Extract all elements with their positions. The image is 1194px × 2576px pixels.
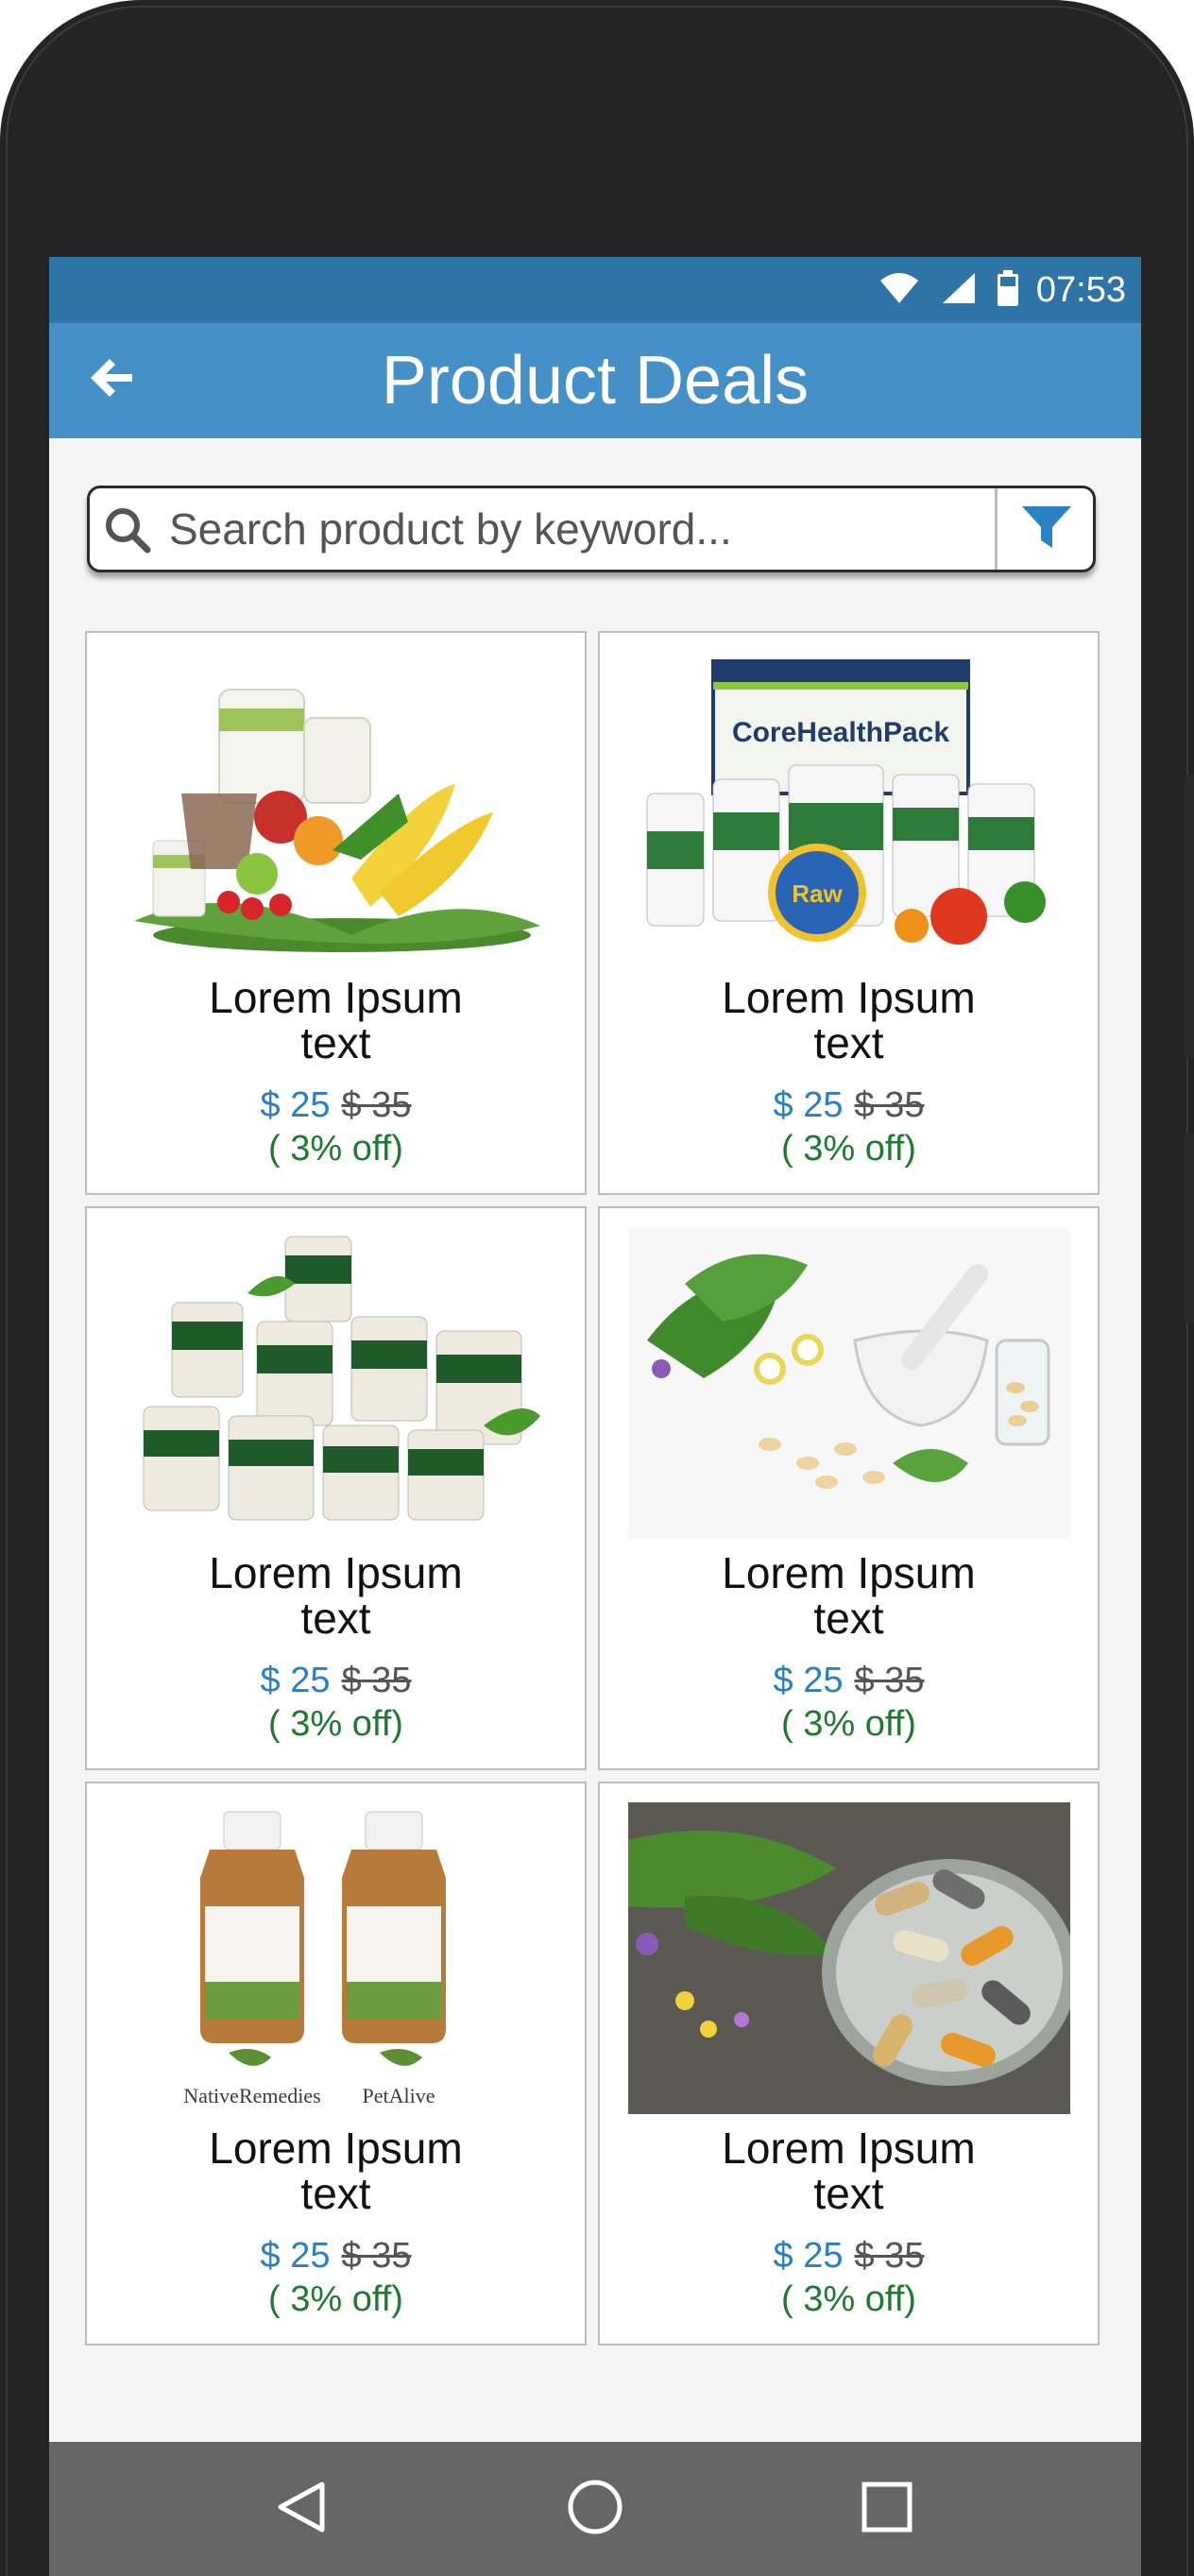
current-price: $ 25 [260,2236,331,2276]
product-image [143,1236,540,1521]
recents-square-icon [861,2481,913,2538]
app-bar: Product Deals [49,323,1141,438]
product-card[interactable]: NativeRemedies PetAlive Lorem Ipsum text… [85,1782,587,2346]
product-price: $ 25 $ 35 [87,2235,585,2277]
original-price: $ 35 [341,1661,412,1700]
current-price: $ 25 [773,2236,844,2276]
product-card[interactable]: Lorem Ipsum text $ 25 $ 35 ( 3% off) [598,1782,1100,2346]
search-divider [995,488,998,570]
product-image [134,689,540,952]
app-screen: 07:53 Product Deals Search product by ke… [49,257,1141,2576]
page-title: Product Deals [381,343,810,418]
status-bar: 07:53 [49,257,1141,323]
discount-label: ( 3% off) [268,1129,403,1169]
filter-button[interactable] [1000,488,1093,570]
product-card[interactable]: Lorem Ipsum text $ 25 $ 35 ( 3% off) [598,1206,1100,1770]
discount-label: ( 3% off) [781,1704,916,1744]
nativeremedies-logo: NativeRemedies [183,2084,320,2107]
product-name: Lorem Ipsum text [209,2124,463,2218]
original-price: $ 35 [341,1085,412,1125]
original-price: $ 35 [341,2236,412,2276]
product-name: Lorem Ipsum text [209,1548,463,1643]
product-name: Lorem Ipsum text [722,2124,976,2218]
original-price: $ 35 [854,1085,925,1125]
android-nav-bar [49,2442,1141,2576]
product-name: Lorem Ipsum text [722,1548,976,1643]
search-bar [87,486,1096,572]
power-button [1185,1134,1194,1322]
original-price: $ 35 [854,2236,925,2276]
product-price: $ 25 $ 35 [600,1084,1098,1126]
product-price: $ 25 $ 35 [87,1084,585,1126]
back-triangle-icon [273,2479,330,2540]
discount-label: ( 3% off) [268,2279,403,2319]
discount-label: ( 3% off) [781,1129,916,1169]
discount-label: ( 3% off) [781,2279,916,2319]
battery-icon [998,270,1018,311]
svg-text:CoreHealthPack: CoreHealthPack [732,717,949,748]
product-price: $ 25 $ 35 [600,1660,1098,1701]
search-icon [103,505,152,554]
product-image [628,1227,1070,1539]
filter-icon [1020,503,1073,556]
status-time: 07:53 [1035,270,1126,310]
svg-text:Raw: Raw [792,879,843,908]
product-image: CoreHealthPack Raw [646,659,1046,945]
current-price: $ 25 [260,1085,331,1125]
current-price: $ 25 [773,1661,844,1700]
petalive-logo: PetAlive [363,2084,435,2107]
current-price: $ 25 [773,1085,844,1125]
original-price: $ 35 [854,1661,925,1700]
product-image [628,1802,1070,2114]
home-circle-icon [566,2478,624,2541]
current-price: $ 25 [260,1661,331,1700]
product-card[interactable]: Lorem Ipsum text $ 25 $ 35 ( 3% off) [85,1206,587,1770]
wifi-icon [878,271,920,310]
nav-back-button[interactable] [268,2476,334,2542]
signal-icon [941,271,977,310]
product-price: $ 25 $ 35 [87,1660,585,1701]
product-card[interactable]: CoreHealthPack Raw Lorem Ipsum text $ 25… [598,631,1100,1195]
search-input[interactable] [169,498,981,560]
product-image: NativeRemedies PetAlive [183,1811,446,2107]
nav-home-button[interactable] [562,2476,628,2542]
phone-frame: 07:53 Product Deals Search product by ke… [0,0,1194,2576]
nav-recents-button[interactable] [854,2476,920,2542]
product-name: Lorem Ipsum text [722,973,976,1067]
discount-label: ( 3% off) [268,1704,403,1744]
volume-button [1185,775,1194,1058]
product-card[interactable]: Lorem Ipsum text $ 25 $ 35 ( 3% off) [85,631,587,1195]
product-price: $ 25 $ 35 [600,2235,1098,2277]
product-name: Lorem Ipsum text [209,973,463,1067]
